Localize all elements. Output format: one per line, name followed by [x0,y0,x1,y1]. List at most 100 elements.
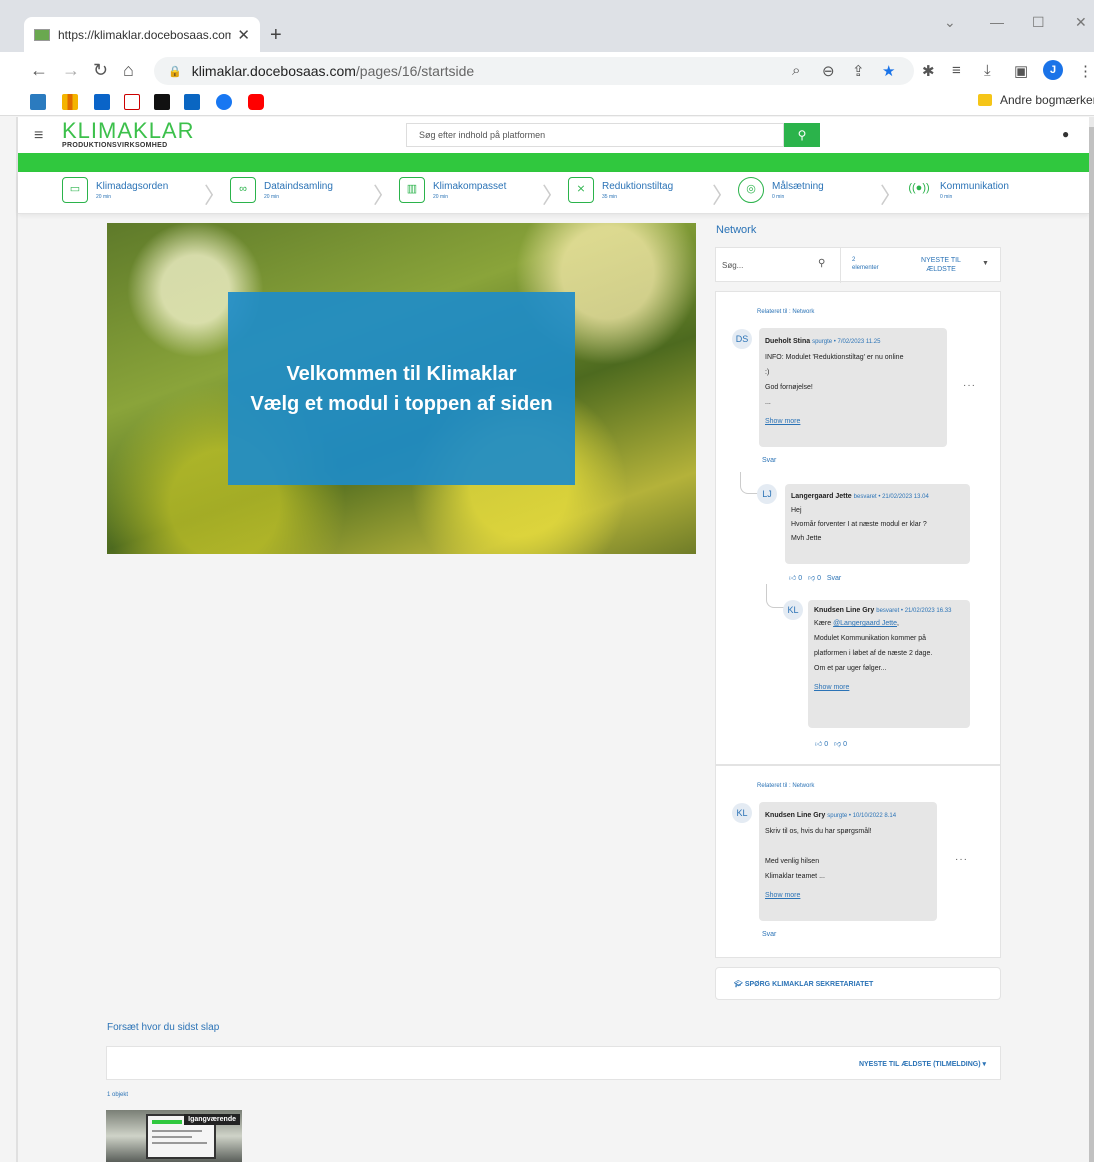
show-more-link[interactable]: Show more [765,888,931,903]
mention-link[interactable]: @Langergaard Jette [833,620,897,627]
zoom-out-icon[interactable]: ⊖ [822,62,835,80]
continue-sort-select[interactable]: NYESTE TIL ÆLDSTE (TILMELDING) ▾ [859,1060,986,1068]
download-icon[interactable]: ⤓ [984,62,991,79]
author-name[interactable]: Dueholt Stina [765,338,810,345]
dr-bookmark-icon[interactable] [154,94,170,110]
bookmark-1-icon[interactable] [30,94,46,110]
youtube-bookmark-icon[interactable] [248,94,264,110]
show-more-link[interactable]: Show more [814,680,964,695]
bookmark-star-icon[interactable]: ★ [882,62,895,80]
module-title: Målsætning [772,180,824,192]
minimize-icon[interactable]: — [990,14,1004,30]
browser-toolbar: ← → ↻ ⌂ 🔒 klimaklar.docebosaas.com/pages… [0,52,1094,88]
back-icon[interactable]: ← [30,60,48,81]
extensions-icon[interactable]: ✱ [922,62,935,80]
post-line: Med venlig hilsen [765,858,820,865]
reply-link[interactable]: Svar [762,457,776,464]
target-icon: ◎ [738,177,764,203]
browser-tab[interactable]: https://klimaklar.docebosaas.com ✕ [24,17,260,52]
maximize-icon[interactable]: ☐ [1032,14,1045,31]
chevron-right-icon: 〉 [542,183,565,208]
post-meta: besvaret • 21/02/2023 13.04 [853,494,929,500]
show-more-link[interactable]: Show more [765,414,941,429]
thumbs-down-icon[interactable]: 👎︎ [834,741,841,748]
ask-secretariat-button[interactable]: 🎓︎ SPØRG KLIMAKLAR SEKRETARIATET [715,967,1001,1000]
avatar[interactable]: KL [783,600,803,620]
module-duration: 0 min [772,193,785,200]
network-toolbar: Søg... ⚲ 2 elementer NYESTE TIL ÆLDSTE ▼ [715,247,1001,283]
other-bookmarks[interactable]: Andre bogmærker [1000,93,1094,107]
analytics-bookmark-icon[interactable] [62,94,78,110]
related-label[interactable]: Relateret til : Network [757,783,814,789]
mention-suffix: , [897,620,899,627]
hero-message: Velkommen til Klimaklar Vælg et modul i … [228,292,575,485]
chevron-right-icon: 〉 [204,183,227,208]
thumbs-up-icon[interactable]: 👍︎ [815,741,822,748]
profile-avatar[interactable]: J [1043,60,1063,80]
network-search-input[interactable]: Søg... [722,261,743,270]
zoom-icon[interactable]: ⌕ [792,62,800,79]
thumbs-down-icon[interactable]: 👎︎ [808,575,815,582]
reply-link[interactable]: Svar [827,575,841,582]
post-line: Hej [791,507,802,514]
reply-link[interactable]: Svar [762,931,776,938]
close-tab-icon[interactable]: ✕ [237,26,250,44]
module-title: Dataindsamling [264,180,333,192]
scrollbar-thumb[interactable] [1089,127,1094,1162]
tab-search-icon[interactable]: ⌄ [944,14,956,31]
url-path: /pages/16/startside [355,63,475,79]
caret-down-icon[interactable]: ▼ [982,260,989,267]
logo-main: KLIMAKLAR [62,118,195,143]
reload-icon[interactable]: ↻ [93,60,108,81]
notification-bell-icon[interactable]: ● [1062,127,1069,141]
related-label[interactable]: Relateret til : Network [757,309,814,315]
tab-title: https://klimaklar.docebosaas.com [58,27,232,42]
site-search-button[interactable]: ⚲ [784,123,820,147]
more-options-icon[interactable]: ··· [963,380,976,391]
continue-section-title: Forsæt hvor du sidst slap [107,1022,220,1033]
post-line: ... [765,399,771,406]
author-name[interactable]: Knudsen Line Gry [814,607,874,614]
ask-button-label: SPØRG KLIMAKLAR SEKRETARIATET [744,981,874,988]
thumbs-up-icon[interactable]: 👍︎ [789,575,796,582]
avatar[interactable]: KL [732,803,752,823]
module-reduktionstiltag[interactable]: ⨯ Reduktionstiltag 35 min [568,177,673,203]
linkedin-bookmark-icon[interactable] [184,94,200,110]
more-options-icon[interactable]: ··· [955,854,968,865]
module-kommunikation[interactable]: ((●)) Kommunikation 0 min [906,177,1009,203]
site-search-input[interactable]: Søg efter indhold på platformen [406,123,784,147]
outlook-bookmark-icon[interactable] [94,94,110,110]
network-sort-select[interactable]: NYESTE TIL ÆLDSTE [912,256,970,274]
strategy-board-icon: ⨯ [568,177,594,203]
facebook-bookmark-icon[interactable] [216,94,232,110]
author-name[interactable]: Langergaard Jette [791,493,852,500]
page-scrollbar[interactable] [1089,117,1094,1162]
forward-icon[interactable]: → [62,60,80,81]
module-klimadagsorden[interactable]: ▭ Klimadagsorden 20 min [62,177,168,203]
module-dataindsamling[interactable]: ∞ Dataindsamling 20 min [230,177,333,203]
share-icon[interactable]: ⇪ [852,62,865,80]
close-window-icon[interactable]: ✕ [1075,14,1087,31]
side-panel-icon[interactable]: ▣ [1014,62,1028,80]
new-tab-icon[interactable]: + [270,24,282,47]
module-malsaetning[interactable]: ◎ Målsætning 0 min [738,177,824,203]
module-klimakompasset[interactable]: ▥ Klimakompasset 20 min [399,177,506,203]
hamburger-menu-icon[interactable]: ≡ [34,127,43,145]
menu-kebab-icon[interactable]: ⋮ [1078,62,1093,80]
klimaklar-logo[interactable]: KLIMAKLAR PRODUKTIONSVIRKSOMHED [62,118,195,150]
author-name[interactable]: Knudsen Line Gry [765,812,825,819]
reading-list-icon[interactable]: ≡ [952,62,961,79]
course-thumbnail[interactable]: Igangværende [106,1110,242,1162]
screen-header [152,1120,182,1124]
search-icon[interactable]: ⚲ [818,258,825,269]
module-duration: 35 min [602,193,618,200]
module-title: Kommunikation [940,180,1009,192]
object-count: 1 objekt [107,1092,129,1098]
tv2-bookmark-icon[interactable] [124,94,140,110]
post-meta: besvaret • 21/02/2023 16.33 [876,608,952,614]
avatar[interactable]: DS [732,329,752,349]
home-icon[interactable]: ⌂ [123,60,134,81]
avatar[interactable]: LJ [757,484,777,504]
graduation-cap-icon: 🎓︎ [734,981,743,988]
screen-line [152,1136,192,1138]
